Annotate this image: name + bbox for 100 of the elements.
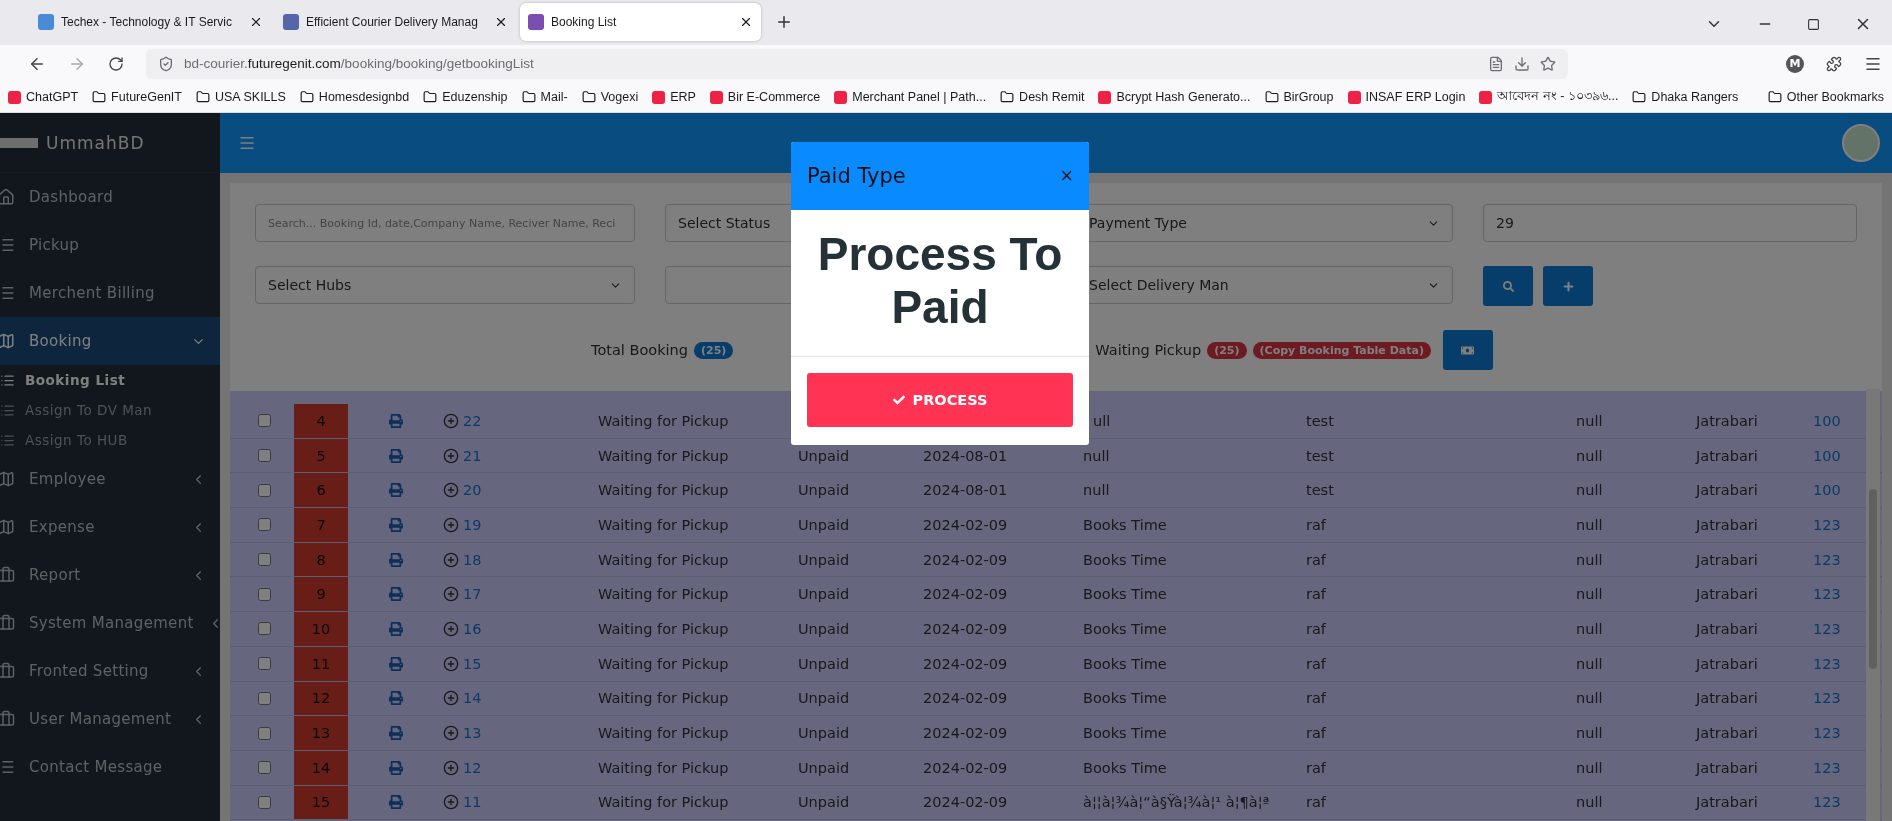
- amount-link[interactable]: 123: [1813, 516, 1882, 533]
- amount-link[interactable]: 123: [1813, 620, 1882, 637]
- restore-icon[interactable]: [1807, 17, 1820, 31]
- add-button[interactable]: [1543, 266, 1593, 306]
- cash-button[interactable]: [1442, 330, 1493, 370]
- bookmark-link[interactable]: USA SKILLS: [215, 90, 286, 104]
- bookmark-link[interactable]: Dhaka Rangers: [1651, 90, 1739, 104]
- process-button[interactable]: PROCESS: [807, 372, 1073, 427]
- sidebar-item[interactable]: Report: [0, 551, 220, 599]
- bookmark-link[interactable]: Bcrypt Hash Generato...: [1116, 90, 1251, 104]
- sidebar-subitem[interactable]: Assign To HUB: [0, 425, 220, 455]
- bookmark-link[interactable]: Desh Remit: [1019, 90, 1085, 104]
- amount-link[interactable]: 123: [1813, 690, 1882, 707]
- plus-circle-icon[interactable]: [443, 690, 459, 707]
- row-checkbox[interactable]: [257, 587, 271, 601]
- row-checkbox[interactable]: [257, 553, 271, 567]
- booking-id-link[interactable]: 21: [463, 447, 482, 464]
- plus-circle-icon[interactable]: [443, 551, 459, 568]
- sidebar-item[interactable]: User Management: [0, 695, 220, 743]
- print-icon[interactable]: [388, 726, 403, 741]
- sidebar-item[interactable]: Merchent Billing: [0, 269, 220, 317]
- search-button[interactable]: [1483, 266, 1533, 306]
- booking-id-link[interactable]: 15: [463, 655, 482, 672]
- print-icon[interactable]: [388, 691, 403, 706]
- amount-link[interactable]: 123: [1813, 551, 1882, 568]
- plus-circle-icon[interactable]: [443, 620, 459, 637]
- amount-link[interactable]: 123: [1813, 655, 1882, 672]
- sidebar-item[interactable]: Booking: [0, 317, 220, 365]
- row-checkbox[interactable]: [257, 449, 271, 463]
- close-icon[interactable]: [739, 15, 753, 29]
- row-checkbox[interactable]: [257, 483, 271, 497]
- close-icon[interactable]: [249, 15, 263, 29]
- row-checkbox[interactable]: [257, 414, 271, 428]
- amount-link[interactable]: 100: [1813, 482, 1882, 499]
- bookmark-link[interactable]: ChatGPT: [26, 90, 79, 104]
- print-icon[interactable]: [388, 552, 403, 567]
- row-checkbox[interactable]: [257, 795, 271, 809]
- plus-circle-icon[interactable]: [443, 482, 459, 499]
- bookmark-link[interactable]: Other Bookmarks: [1786, 90, 1884, 104]
- print-icon[interactable]: [388, 621, 403, 636]
- sidebar-subitem[interactable]: Booking List: [0, 365, 220, 395]
- bookmark-link[interactable]: FutureGenIT: [111, 90, 182, 104]
- browser-tab[interactable]: Techex - Technology & IT Servic: [30, 3, 271, 41]
- avatar-icon[interactable]: [1842, 124, 1880, 162]
- sidebar-item[interactable]: Dashboard: [0, 173, 220, 221]
- booking-id-link[interactable]: 22: [463, 412, 482, 429]
- sidebar-subitem[interactable]: Assign To DV Man: [0, 395, 220, 425]
- close-button[interactable]: ×: [1060, 163, 1073, 189]
- plus-circle-icon[interactable]: [443, 412, 459, 429]
- amount-link[interactable]: 123: [1813, 725, 1882, 742]
- print-icon[interactable]: [388, 483, 403, 498]
- booking-id-link[interactable]: 11: [463, 794, 482, 811]
- bookmark-star-icon[interactable]: [1540, 55, 1556, 72]
- booking-id-link[interactable]: 12: [463, 759, 482, 776]
- bookmark-link[interactable]: Mail-: [540, 90, 568, 104]
- bookmark-link[interactable]: BirGroup: [1283, 90, 1334, 104]
- download-icon[interactable]: [1514, 55, 1530, 72]
- sidebar-item[interactable]: Pickup: [0, 221, 220, 269]
- plus-circle-icon[interactable]: [443, 447, 459, 464]
- booking-id-link[interactable]: 16: [463, 620, 482, 637]
- row-checkbox[interactable]: [257, 726, 271, 740]
- sidebar-item[interactable]: System Management: [0, 599, 220, 647]
- new-tab-icon[interactable]: [775, 13, 793, 31]
- booking-id-link[interactable]: 17: [463, 586, 482, 603]
- count-field[interactable]: 29: [1483, 204, 1857, 242]
- browser-tab[interactable]: Booking List: [520, 3, 761, 41]
- print-icon[interactable]: [388, 587, 403, 602]
- sidebar-item[interactable]: Employee: [0, 455, 220, 503]
- amount-link[interactable]: 123: [1813, 794, 1882, 811]
- bookmark-link[interactable]: INSAF ERP Login: [1365, 90, 1466, 104]
- plus-circle-icon[interactable]: [443, 759, 459, 776]
- bookmark-link[interactable]: Merchant Panel | Path...: [852, 90, 987, 104]
- reload-icon[interactable]: [108, 55, 124, 72]
- booking-id-link[interactable]: 19: [463, 516, 482, 533]
- copy-table-link[interactable]: (Copy Booking Table Data): [1252, 341, 1431, 359]
- print-icon[interactable]: [388, 656, 403, 671]
- booking-id-link[interactable]: 20: [463, 482, 482, 499]
- amount-link[interactable]: 123: [1813, 759, 1882, 776]
- amount-link[interactable]: 100: [1813, 447, 1882, 464]
- print-icon[interactable]: [388, 448, 403, 463]
- print-icon[interactable]: [388, 413, 403, 428]
- bookmark-link[interactable]: Homesdesignbd: [318, 90, 410, 104]
- plus-circle-icon[interactable]: [443, 655, 459, 672]
- amount-link[interactable]: 123: [1813, 586, 1882, 603]
- bookmark-link[interactable]: Eduzenship: [442, 90, 508, 104]
- booking-id-link[interactable]: 18: [463, 551, 482, 568]
- bookmark-link[interactable]: Vogexi: [600, 90, 639, 104]
- booking-id-link[interactable]: 14: [463, 690, 482, 707]
- booking-id-link[interactable]: 13: [463, 725, 482, 742]
- plus-circle-icon[interactable]: [443, 725, 459, 742]
- row-checkbox[interactable]: [257, 657, 271, 671]
- search-field[interactable]: Search... Booking Id, date,Company Name, Reciver Name, Reci: [255, 204, 635, 242]
- row-checkbox[interactable]: [257, 691, 271, 705]
- hubs-select[interactable]: Select Hubs: [255, 266, 635, 304]
- sidebar-item[interactable]: Expense: [0, 503, 220, 551]
- close-icon[interactable]: [494, 15, 508, 29]
- print-icon[interactable]: [388, 760, 403, 775]
- print-icon[interactable]: [388, 517, 403, 532]
- row-checkbox[interactable]: [257, 622, 271, 636]
- sidebar-item[interactable]: Contact Message: [0, 743, 220, 791]
